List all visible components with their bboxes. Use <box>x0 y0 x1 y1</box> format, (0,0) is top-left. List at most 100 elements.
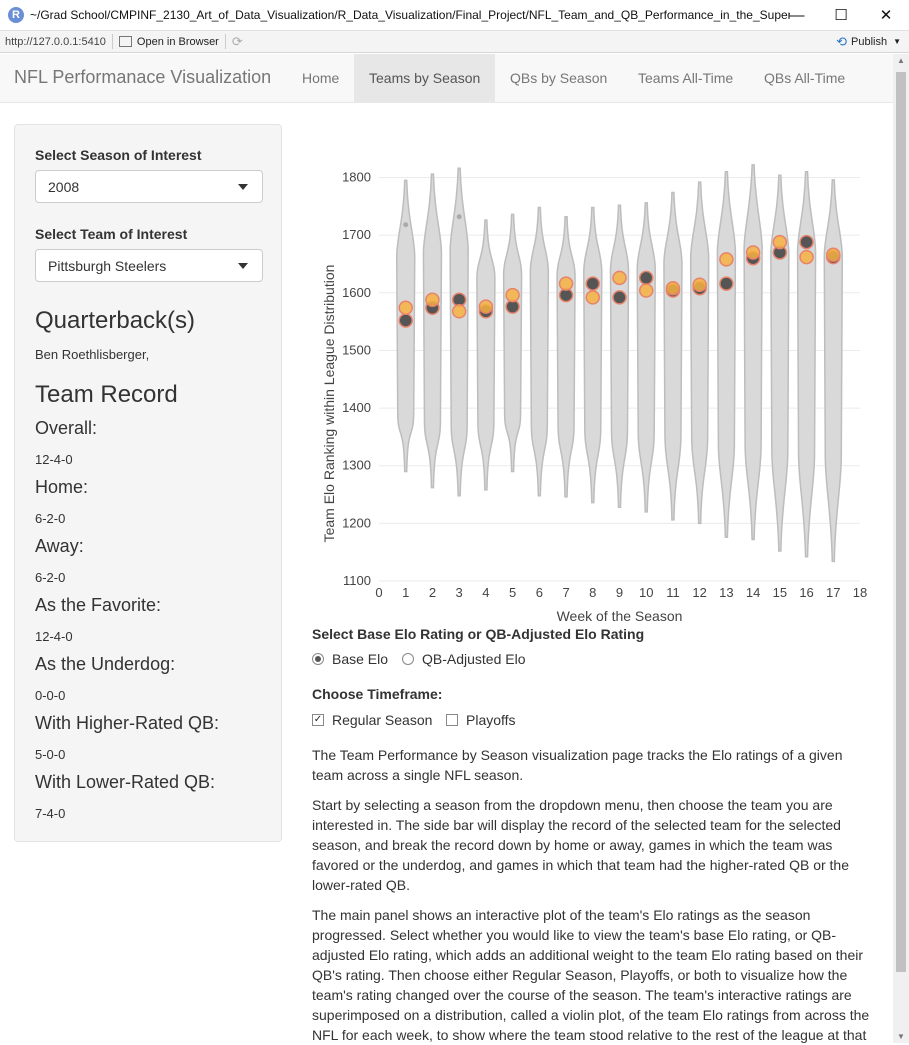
sidebar-panel: Select Season of Interest 2008 Select Te… <box>14 124 282 842</box>
pre-game-elo-point <box>398 300 413 316</box>
team-record-heading: Team Record <box>35 381 178 408</box>
record-overall-value: 12-4-0 <box>35 452 73 467</box>
record-away-label: Away: <box>35 536 84 556</box>
chevron-down-icon <box>238 263 248 269</box>
record-higher-qb-label: With Higher-Rated QB: <box>35 713 220 733</box>
pre-game-elo-point <box>612 270 627 286</box>
checkbox-regular-season-label: Regular Season <box>332 712 433 728</box>
x-tick-label: 6 <box>536 585 543 600</box>
scrollbar-thumb[interactable] <box>896 72 906 972</box>
publish-button[interactable]: ⟲ Publish ▼ <box>836 34 901 50</box>
toolbar-divider <box>111 34 113 49</box>
x-tick-label: 11 <box>666 585 680 600</box>
pre-game-elo-point <box>505 287 520 303</box>
x-tick-label: 17 <box>826 585 840 600</box>
pre-game-elo-point <box>826 247 841 263</box>
quarterbacks-heading: Quarterback(s) <box>35 307 196 334</box>
violin-week-8 <box>583 206 603 504</box>
page-scrollbar[interactable]: ▲ ▼ <box>893 54 909 1043</box>
window-title-bar: R ~/Grad School/CMPINF_2130_Art_of_Data_… <box>0 0 909 30</box>
x-tick-label: 1 <box>402 585 409 600</box>
window-title: ~/Grad School/CMPINF_2130_Art_of_Data_Vi… <box>30 8 790 22</box>
tab-home[interactable]: Home <box>287 54 354 103</box>
violin-week-7 <box>556 215 576 498</box>
checkbox-checked[interactable]: ✓ <box>312 714 324 726</box>
radio-base-elo[interactable]: Base Elo <box>312 651 388 667</box>
post-game-elo-point <box>799 234 814 250</box>
season-select-value: 2008 <box>48 179 80 195</box>
description-paragraph: Start by selecting a season from the dro… <box>312 797 849 893</box>
y-axis-title: Team Elo Ranking within League Distribut… <box>321 265 337 543</box>
description-paragraph: The Team Performance by Season visualiza… <box>312 747 843 783</box>
team-select[interactable]: Pittsburgh Steelers <box>35 249 263 282</box>
pre-game-elo-point <box>478 299 494 314</box>
y-tick-label: 1800 <box>342 170 371 185</box>
tab-qbs-by-season[interactable]: QBs by Season <box>495 54 622 103</box>
season-select-label: Select Season of Interest <box>35 147 202 163</box>
radio-button[interactable] <box>312 653 324 665</box>
pre-game-elo-point <box>558 276 574 291</box>
x-tick-label: 9 <box>616 585 623 600</box>
y-tick-label: 1500 <box>342 342 371 357</box>
pre-game-elo-point <box>692 277 707 292</box>
elo-violin-chart[interactable]: 110012001300140015001600170018000 1 2 3 4 5 6 7… <box>312 160 872 630</box>
pre-game-elo-point <box>665 280 681 296</box>
scroll-up-icon[interactable]: ▲ <box>897 56 905 65</box>
chevron-down-icon <box>238 184 248 190</box>
violin-outlier <box>403 222 409 228</box>
viewer-toolbar: http://127.0.0.1:5410 Open in Browser ⟳ … <box>0 30 909 53</box>
post-game-elo-point <box>585 276 601 291</box>
browser-window-icon <box>118 36 132 47</box>
post-game-elo-point <box>719 276 734 291</box>
checkbox-playoffs[interactable]: Playoffs <box>446 712 516 728</box>
violin-week-4 <box>476 219 496 491</box>
team-select-label: Select Team of Interest <box>35 226 188 242</box>
y-tick-label: 1100 <box>343 573 371 588</box>
radio-qb-adjusted-elo[interactable]: QB-Adjusted Elo <box>402 651 526 667</box>
tab-qbs-all-time[interactable]: QBs All-Time <box>749 54 860 103</box>
post-game-elo-point <box>612 290 627 305</box>
checkbox-unchecked[interactable] <box>446 714 458 726</box>
x-tick-label: 16 <box>799 585 813 600</box>
publish-label: Publish <box>851 35 888 48</box>
tab-teams-all-time[interactable]: Teams All-Time <box>623 54 748 103</box>
x-tick-label: 2 <box>429 585 436 600</box>
violin-week-16 <box>796 171 817 558</box>
record-higher-qb-value: 5-0-0 <box>35 747 66 762</box>
open-in-browser-button[interactable]: Open in Browser <box>118 36 219 48</box>
pre-game-elo-point <box>585 290 601 305</box>
maximize-icon[interactable]: ☐ <box>830 4 852 26</box>
x-tick-label: 10 <box>639 585 653 600</box>
tab-teams-by-season[interactable]: Teams by Season <box>354 54 496 103</box>
checkbox-regular-season[interactable]: ✓ Regular Season <box>312 712 432 728</box>
y-tick-label: 1200 <box>342 515 371 530</box>
record-home-value: 6-2-0 <box>35 511 66 526</box>
pre-game-elo-point <box>799 249 814 265</box>
r-app-icon: R <box>8 7 24 23</box>
radio-button[interactable] <box>402 653 414 665</box>
scroll-down-icon[interactable]: ▼ <box>897 1032 905 1041</box>
pre-game-elo-point <box>425 292 440 307</box>
publish-icon: ⟲ <box>836 33 847 49</box>
x-tick-label: 7 <box>562 585 569 600</box>
toolbar-divider <box>224 34 226 49</box>
checkbox-playoffs-label: Playoffs <box>466 712 516 728</box>
violin-week-13 <box>716 171 737 538</box>
x-tick-label: 12 <box>692 585 706 600</box>
post-game-elo-point <box>638 270 654 286</box>
radio-base-elo-label: Base Elo <box>332 651 389 667</box>
violin-week-6 <box>529 206 550 497</box>
record-home-label: Home: <box>35 477 89 497</box>
record-away-value: 6-2-0 <box>35 570 66 585</box>
violin-outlier <box>456 214 462 220</box>
refresh-icon[interactable]: ⟳ <box>232 34 243 50</box>
y-tick-label: 1700 <box>342 227 371 242</box>
season-select[interactable]: 2008 <box>35 170 263 203</box>
record-favorite-label: As the Favorite: <box>35 595 162 615</box>
pre-game-elo-point <box>451 304 467 319</box>
minimize-icon[interactable]: — <box>786 4 808 26</box>
x-tick-label: 3 <box>456 585 463 600</box>
x-tick-label: 15 <box>773 585 787 600</box>
close-icon[interactable]: ✕ <box>875 4 897 26</box>
x-tick-label: 0 <box>375 585 382 600</box>
